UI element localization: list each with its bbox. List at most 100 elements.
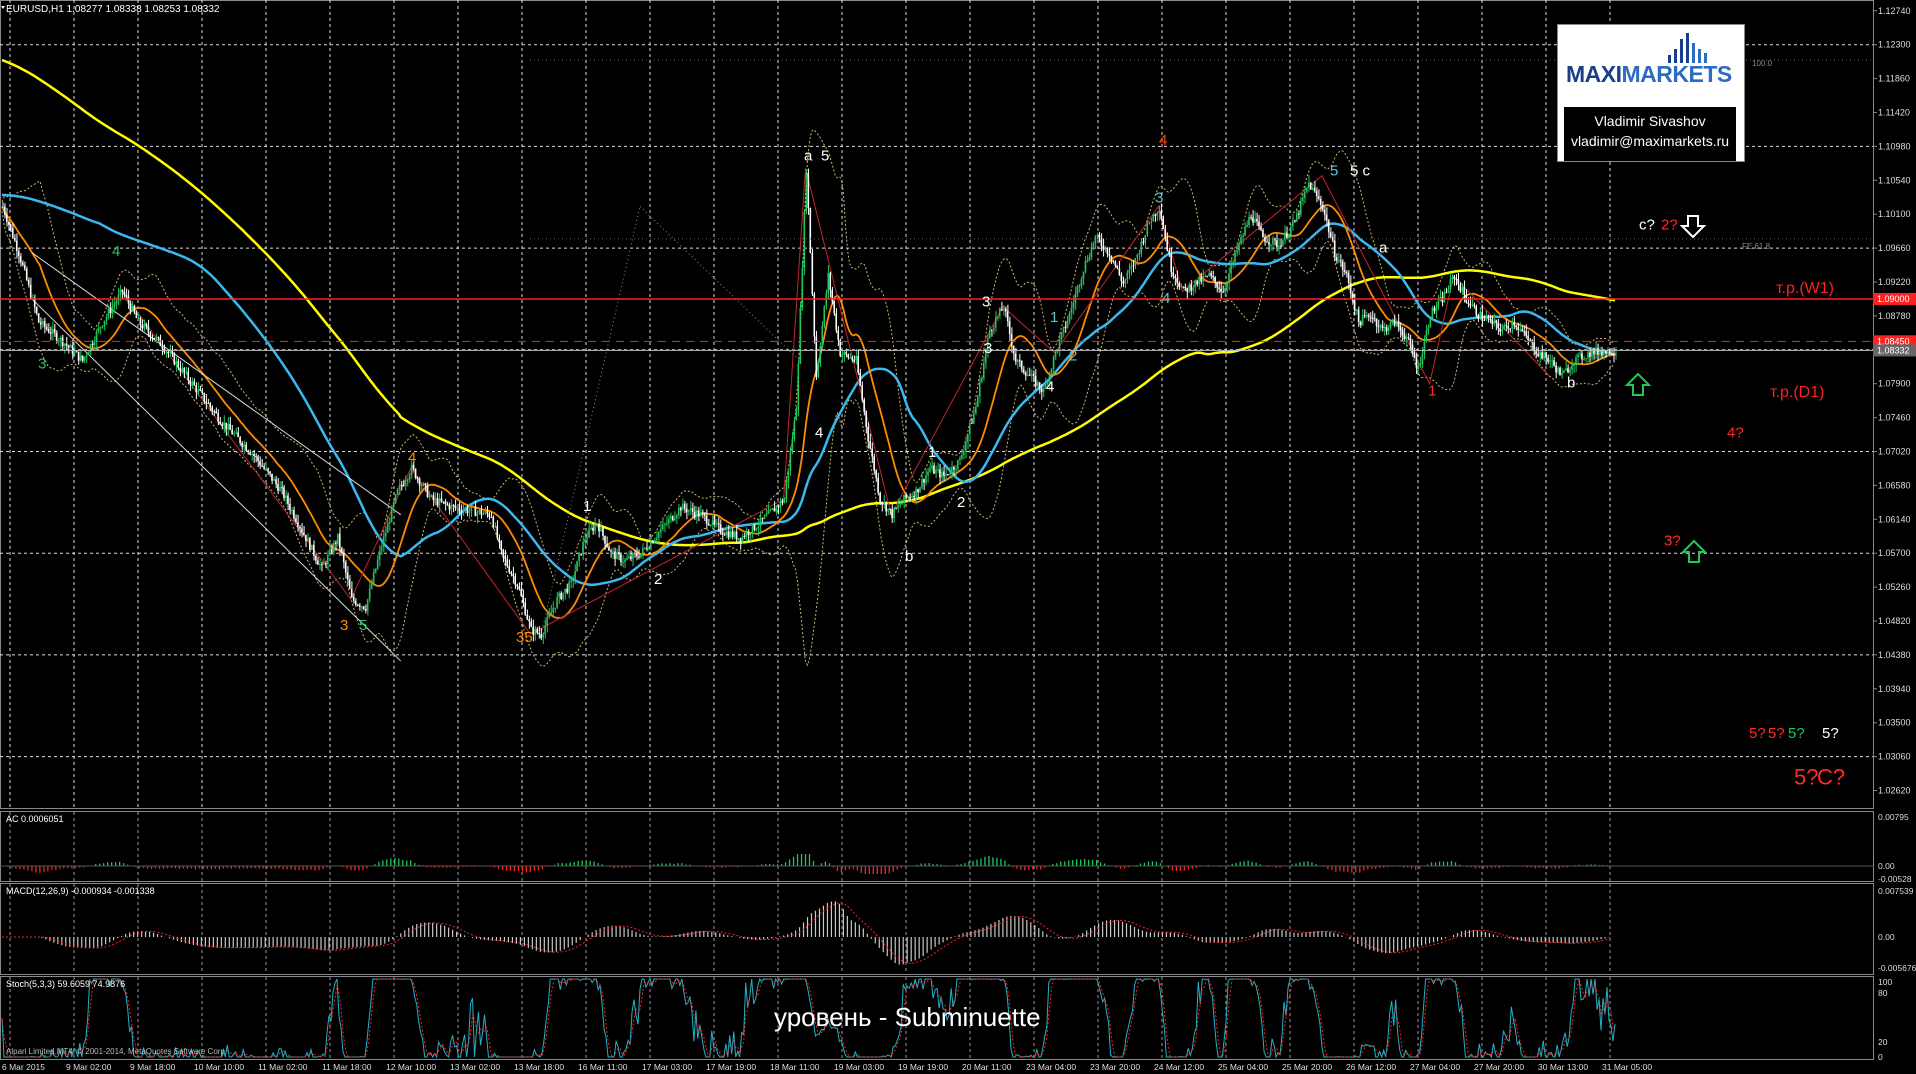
- candle-body: [390, 507, 393, 523]
- candle-body: [556, 596, 558, 608]
- price-tick-label: 1.05260: [1878, 582, 1911, 592]
- candle-body: [665, 523, 668, 525]
- candle-body: [11, 228, 14, 238]
- candle-body: [865, 411, 867, 427]
- candle-body: [935, 469, 937, 474]
- candle-body: [582, 541, 584, 555]
- candle-body: [23, 264, 26, 270]
- time-tick-label: 27 Mar 20:00: [1474, 1062, 1524, 1072]
- candle-body: [839, 339, 842, 357]
- candle-body: [466, 508, 469, 514]
- candle-body: [879, 492, 881, 503]
- time-tick-label: 13 Mar 18:00: [514, 1062, 564, 1072]
- candle-body: [540, 634, 542, 638]
- candle-body: [498, 538, 501, 541]
- candle-body: [382, 536, 385, 547]
- candle-body: [305, 534, 307, 542]
- candle-body: [342, 552, 345, 563]
- candle-body: [1240, 236, 1242, 244]
- candle-body: [195, 385, 197, 393]
- logo-panel: MAXIMARKETS Vladimir Sivashov vladimir@m…: [1557, 24, 1745, 162]
- candle-body: [384, 532, 387, 537]
- candle-body: [430, 495, 433, 497]
- time-tick-label: 19 Mar 03:00: [834, 1062, 884, 1072]
- candle-body: [1000, 308, 1003, 311]
- candle-body: [1278, 245, 1280, 248]
- candle-body: [99, 327, 102, 329]
- candle-body: [1537, 354, 1539, 357]
- candle-body: [442, 501, 445, 503]
- candle-body: [659, 529, 662, 533]
- candle-body: [998, 308, 1001, 316]
- candle-body: [971, 422, 973, 424]
- candle-body: [1024, 372, 1027, 376]
- candle-body: [111, 306, 114, 314]
- candle-body: [1473, 304, 1476, 306]
- candle-body: [941, 471, 943, 478]
- candle-body: [1214, 277, 1216, 283]
- candle-body: [815, 336, 818, 377]
- candle-body: [458, 507, 461, 511]
- candle-body: [1347, 273, 1350, 283]
- candle-body: [646, 547, 648, 550]
- candle-body: [562, 592, 564, 599]
- candle-body: [476, 512, 479, 517]
- candle-body: [1307, 182, 1310, 188]
- candle-body: [131, 305, 134, 311]
- candle-body: [837, 330, 840, 340]
- price-tick-label: 1.04380: [1878, 650, 1911, 660]
- wave-label-4: 5: [359, 617, 367, 634]
- candle-body: [1076, 286, 1079, 294]
- candle-body: [309, 538, 311, 550]
- candle-body: [267, 468, 269, 472]
- candle-body: [45, 326, 48, 329]
- candle-body: [1363, 315, 1366, 317]
- candle-body: [75, 351, 78, 353]
- candle-body: [1164, 229, 1166, 238]
- wave-label-25: 1: [1428, 382, 1436, 399]
- time-tick-label: 25 Mar 04:00: [1218, 1062, 1268, 1072]
- wave-label-36: C?: [1817, 764, 1845, 789]
- candle-body: [667, 518, 670, 524]
- candle-body: [299, 526, 301, 529]
- candle-body: [657, 532, 660, 538]
- candle-body: [346, 572, 349, 580]
- candle-body: [961, 454, 963, 459]
- time-tick-label: 31 Mar 05:00: [1602, 1062, 1652, 1072]
- candle-body: [368, 588, 371, 600]
- candle-body: [1004, 308, 1007, 312]
- candle-body: [1377, 326, 1380, 328]
- candle-body: [1309, 182, 1312, 190]
- candle-body: [841, 354, 843, 357]
- candle-body: [1613, 354, 1615, 356]
- candle-body: [1323, 209, 1326, 215]
- candle-body: [867, 426, 869, 442]
- candle-body: [1565, 368, 1567, 371]
- candle-body: [328, 548, 331, 555]
- candle-body: [488, 513, 491, 517]
- candle-body: [1094, 235, 1097, 244]
- candle-body: [819, 346, 822, 362]
- wave-label-5: 35: [516, 629, 533, 646]
- candle-body: [1266, 241, 1268, 243]
- candle-body: [338, 533, 341, 549]
- candle-body: [769, 509, 772, 511]
- collapse-icon[interactable]: [1, 6, 5, 9]
- candle-body: [644, 547, 646, 549]
- candle-body: [1575, 356, 1577, 365]
- candle-body: [167, 351, 170, 353]
- candle-body: [1190, 284, 1192, 291]
- candle-body: [905, 494, 907, 498]
- candle-body: [1080, 278, 1083, 286]
- candle-body: [669, 516, 672, 519]
- candle-body: [588, 528, 590, 538]
- price-tick-label: 1.09220: [1878, 277, 1911, 287]
- candle-body: [951, 466, 953, 474]
- candle-body: [783, 499, 786, 503]
- candle-body: [965, 441, 967, 451]
- candle-body: [1058, 339, 1061, 351]
- candle-body: [1511, 322, 1513, 329]
- price-tick-label: 1.07020: [1878, 446, 1911, 456]
- candle-body: [955, 468, 957, 470]
- candle-body: [677, 507, 680, 516]
